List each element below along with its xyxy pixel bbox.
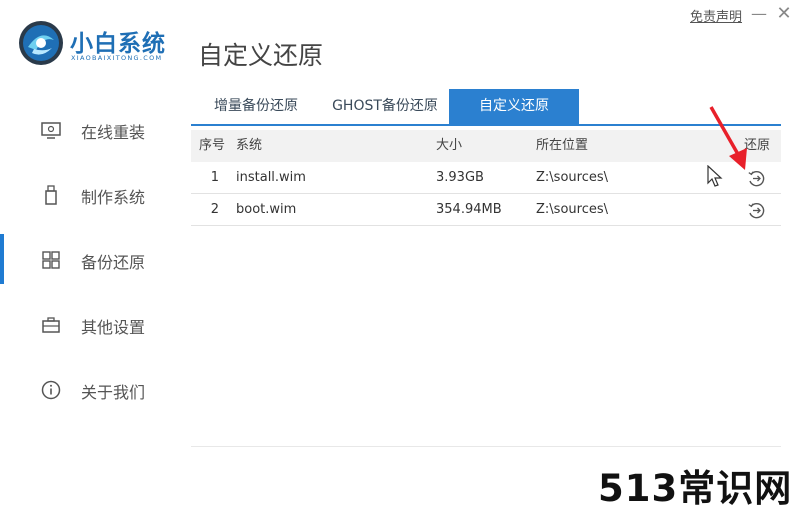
- sidebar: 在线重装 制作系统 备份还原 其他设置 关于我们: [0, 96, 180, 416]
- close-button[interactable]: ✕: [774, 4, 794, 24]
- row-index: 2: [210, 202, 219, 217]
- disclaimer-link[interactable]: 免责声明: [690, 6, 742, 25]
- sidebar-item-other-settings[interactable]: 其他设置: [0, 299, 180, 349]
- header-system: 系统: [236, 138, 263, 153]
- row-system: install.wim: [236, 170, 306, 185]
- mouse-cursor-icon: [707, 165, 723, 187]
- header-location: 所在位置: [536, 138, 589, 153]
- briefcase-icon: [42, 317, 60, 333]
- sidebar-item-online-reinstall[interactable]: 在线重装: [0, 104, 180, 154]
- sidebar-item-make-system[interactable]: 制作系统: [0, 169, 180, 219]
- sidebar-item-label: 关于我们: [81, 383, 146, 402]
- sidebar-item-label: 其他设置: [81, 318, 146, 337]
- row-size: 3.93GB: [436, 170, 484, 185]
- app-subtitle: XIAOBAIXITONG.COM: [71, 54, 163, 62]
- active-indicator: [0, 234, 4, 284]
- table-row[interactable]: 1 install.wim 3.93GB Z:\sources\: [191, 162, 781, 194]
- divider: [191, 446, 781, 447]
- table-header: 序号 系统 大小 所在位置 还原: [191, 130, 781, 162]
- sidebar-item-backup-restore[interactable]: 备份还原: [0, 234, 180, 284]
- header-size: 大小: [436, 138, 463, 153]
- monitor-icon: [41, 122, 61, 139]
- row-system: boot.wim: [236, 202, 297, 217]
- tab-ghost-backup[interactable]: GHOST备份还原: [321, 89, 449, 124]
- row-size: 354.94MB: [436, 202, 502, 217]
- restore-table: 序号 系统 大小 所在位置 还原 1 install.wim 3.93GB Z:…: [191, 130, 781, 226]
- watermark: 513常识网: [598, 467, 793, 509]
- tab-bar: 增量备份还原 GHOST备份还原 自定义还原: [191, 89, 781, 126]
- page-title: 自定义还原: [198, 41, 324, 70]
- sidebar-item-label: 制作系统: [81, 188, 146, 207]
- row-index: 1: [210, 170, 219, 185]
- usb-drive-icon: [45, 185, 57, 205]
- header: 小白系统 XIAOBAIXITONG.COM 自定义还原 免责声明 — ✕: [0, 0, 801, 90]
- header-index: 序号: [199, 138, 226, 153]
- annotation-arrow-icon: [709, 106, 747, 170]
- logo-icon: [19, 21, 63, 65]
- sidebar-item-label: 在线重装: [81, 123, 146, 142]
- tab-incremental-backup[interactable]: 增量备份还原: [191, 89, 321, 124]
- row-location: Z:\sources\: [536, 202, 608, 217]
- info-icon: [41, 380, 61, 400]
- tab-custom-restore[interactable]: 自定义还原: [449, 89, 579, 124]
- app-name: 小白系统: [70, 31, 166, 57]
- sidebar-item-label: 备份还原: [81, 253, 146, 272]
- sidebar-item-about-us[interactable]: 关于我们: [0, 364, 180, 414]
- restore-icon[interactable]: [747, 201, 766, 220]
- row-location: Z:\sources\: [536, 170, 608, 185]
- grid-icon: [42, 251, 60, 269]
- minimize-button[interactable]: —: [749, 4, 769, 24]
- table-row[interactable]: 2 boot.wim 354.94MB Z:\sources\: [191, 194, 781, 226]
